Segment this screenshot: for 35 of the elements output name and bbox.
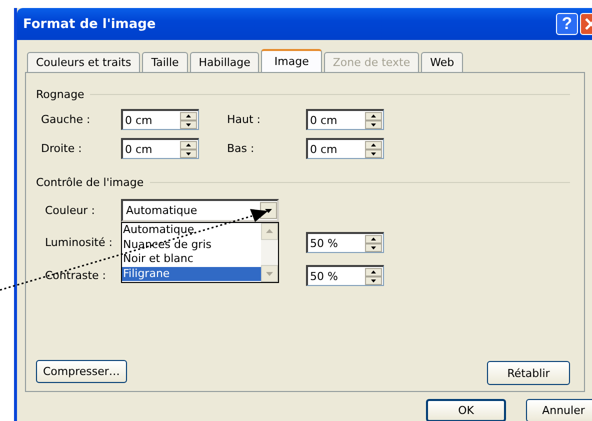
spin-field[interactable]: 0 cm <box>306 109 384 130</box>
window-title: Format de l'image <box>23 16 157 32</box>
field-label: Haut : <box>227 113 262 126</box>
field-label: Gauche : <box>41 113 92 126</box>
tab[interactable]: Web <box>421 52 464 72</box>
field-label: Bas : <box>227 142 256 155</box>
dialog-button[interactable]: OK <box>426 399 506 421</box>
dropdown-option[interactable]: Filigrane <box>122 266 261 281</box>
tab[interactable]: Habillage <box>190 52 260 72</box>
help-button[interactable]: ? <box>556 13 578 35</box>
spin-buttons-icon[interactable] <box>365 112 382 128</box>
spin-field[interactable]: 0 cm <box>121 138 199 159</box>
spin-field[interactable]: 0 cm <box>121 109 199 130</box>
dropdown-option[interactable]: Automatique <box>122 223 261 238</box>
spin-field[interactable]: 50 % <box>306 265 384 286</box>
tab[interactable]: Image <box>261 49 322 72</box>
dialog-button[interactable]: Annuler <box>526 399 592 421</box>
tab[interactable]: Taille <box>142 52 188 72</box>
group-title: Contrôle de l'image <box>36 176 144 189</box>
reset-button[interactable]: Rétablir <box>487 361 570 385</box>
dropdown-option[interactable]: Noir et blanc <box>122 252 261 266</box>
spin-buttons-icon[interactable] <box>365 268 382 284</box>
spin-buttons-icon[interactable] <box>365 234 382 252</box>
field-label: Couleur : <box>45 204 96 217</box>
group-title: Rognage <box>36 88 84 101</box>
tab[interactable]: Couleurs et traits <box>27 52 140 72</box>
compress-button[interactable]: Compresser… <box>36 360 127 383</box>
spin-buttons-icon[interactable] <box>180 112 197 128</box>
spin-field[interactable]: 0 cm <box>306 138 384 159</box>
field-label: Contraste : <box>45 269 107 282</box>
field-label: Luminosité : <box>45 236 114 249</box>
spin-buttons-icon[interactable] <box>180 140 197 158</box>
spin-field[interactable]: 50 % <box>306 232 384 253</box>
spin-buttons-icon[interactable] <box>365 140 382 158</box>
field-label: Droite : <box>41 142 83 155</box>
